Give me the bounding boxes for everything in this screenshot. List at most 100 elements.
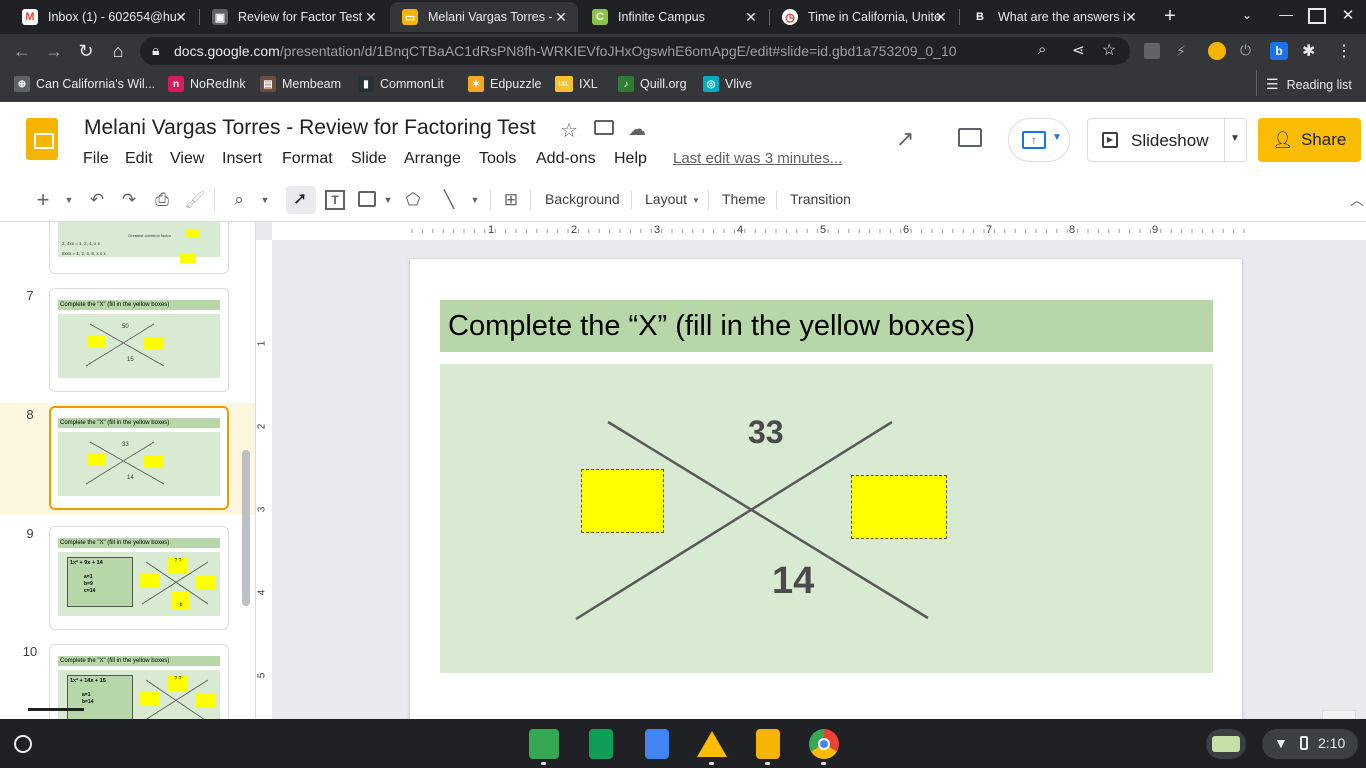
line-dropdown-icon[interactable]: ▼ [464, 190, 486, 210]
explore-button[interactable] [1322, 710, 1356, 719]
x-bottom-number[interactable]: 14 [772, 560, 814, 603]
paint-format-icon[interactable]: 🖌︎ [184, 190, 206, 210]
tab-gmail[interactable]: M Inbox (1) - 602654@hu ✕ [10, 2, 198, 32]
add-comment-icon[interactable]: ⊞ [500, 190, 522, 210]
x-top-number[interactable]: 33 [748, 414, 784, 451]
extension-icon[interactable] [1208, 42, 1226, 60]
reading-list-button[interactable]: ☰ Reading list [1266, 76, 1352, 93]
maximize-icon[interactable] [1308, 8, 1326, 24]
chrome-menu-icon[interactable]: ⋮ [1336, 41, 1352, 61]
new-tab-icon[interactable]: + [1160, 6, 1180, 26]
home-icon[interactable]: ⌂ [106, 39, 130, 63]
text-box-icon[interactable]: T [325, 190, 345, 210]
minimize-icon[interactable]: — [1276, 6, 1296, 26]
close-tab-icon[interactable]: ✕ [742, 8, 760, 26]
layout-button[interactable]: Layout [645, 191, 687, 207]
bookmark-item[interactable]: IXL IXL [555, 76, 598, 92]
chrome-app-icon[interactable] [809, 729, 839, 759]
bookmark-item[interactable]: ♪ Quill.org [618, 76, 687, 92]
address-bar[interactable]: 🔒︎ docs.google.com/presentation/d/1BnqCT… [140, 37, 1130, 65]
bookmark-item[interactable]: ▮ CommonLit [358, 76, 444, 92]
classroom-app-icon[interactable] [529, 729, 559, 759]
menu-arrange[interactable]: Arrange [404, 150, 461, 168]
print-icon[interactable]: ⎙ [151, 190, 173, 210]
share-page-icon[interactable]: ⋖ [1072, 41, 1085, 59]
tote-icon[interactable] [1206, 729, 1246, 759]
menu-slide[interactable]: Slide [351, 150, 387, 168]
menu-addons[interactable]: Add-ons [536, 150, 596, 168]
tab-infinite-campus[interactable]: C Infinite Campus ✕ [580, 2, 768, 32]
bookmark-item[interactable]: ◎ Vlive [703, 76, 752, 92]
extension-icon[interactable] [1144, 43, 1160, 59]
puzzle-icon[interactable]: ✱ [1302, 41, 1322, 61]
extension-icon[interactable]: ⚡︎ [1176, 43, 1192, 59]
activity-trend-icon[interactable]: ↗ [896, 126, 914, 152]
menu-view[interactable]: View [170, 150, 204, 168]
docs-app-icon[interactable] [645, 729, 669, 759]
close-tab-icon[interactable]: ✕ [932, 8, 950, 26]
forward-icon[interactable]: → [42, 39, 66, 63]
present-meeting-button[interactable]: ↑ ▼ [1008, 118, 1070, 162]
layout-dropdown-icon[interactable]: ▼ [685, 191, 707, 211]
sheets-app-icon[interactable] [589, 729, 613, 759]
transition-button[interactable]: Transition [790, 191, 851, 207]
tab-answers[interactable]: B What are the answers i ✕ [960, 2, 1148, 32]
slide[interactable]: Complete the “X” (fill in the yellow box… [410, 259, 1242, 719]
left-answer-box[interactable] [581, 469, 664, 533]
status-tray[interactable]: ▼ 2:10 [1262, 729, 1358, 759]
background-button[interactable]: Background [545, 191, 620, 207]
vertical-ruler[interactable]: 1 2 3 4 5 [256, 240, 272, 719]
slide-title-box[interactable]: Complete the “X” (fill in the yellow box… [440, 300, 1213, 352]
close-window-icon[interactable]: ✕ [1338, 6, 1358, 26]
horizontal-ruler[interactable]: 1 2 3 4 5 6 7 8 9 [272, 222, 1366, 240]
slideshow-button[interactable]: ▶ Slideshow ▼ [1087, 118, 1247, 162]
zoom-dropdown-icon[interactable]: ▼ [254, 190, 276, 210]
cloud-status-icon[interactable]: ☁︎ [628, 119, 646, 140]
close-tab-icon[interactable]: ✕ [552, 8, 570, 26]
slide-thumbnail-selected[interactable]: Complete the "X" (fill in the yellow box… [49, 406, 229, 510]
menu-format[interactable]: Format [282, 150, 333, 168]
back-icon[interactable]: ← [10, 39, 34, 63]
reload-icon[interactable]: ↻ [74, 39, 98, 63]
image-dropdown-icon[interactable]: ▼ [377, 190, 399, 210]
slide-content-area[interactable]: 33 14 [440, 364, 1213, 673]
bookmark-item[interactable]: ▤ Membeam [260, 76, 341, 92]
last-edit-link[interactable]: Last edit was 3 minutes... [673, 150, 842, 167]
new-slide-dropdown-icon[interactable]: ▼ [58, 190, 80, 210]
close-tab-icon[interactable]: ✕ [362, 8, 380, 26]
slides-logo-icon[interactable] [26, 118, 58, 160]
launcher-icon[interactable] [14, 735, 32, 753]
zoom-icon[interactable]: ⌕ [228, 190, 250, 210]
redo-icon[interactable]: ↷ [118, 190, 140, 210]
zoom-icon[interactable]: ⌕ [1038, 41, 1046, 58]
move-folder-icon[interactable] [594, 120, 614, 135]
theme-button[interactable]: Theme [722, 191, 766, 207]
line-icon[interactable]: ╲ [438, 190, 460, 210]
tab-search-icon[interactable]: ⌄ [1238, 8, 1256, 26]
comments-icon[interactable] [958, 128, 982, 147]
tab-time[interactable]: ◷ Time in California, Unite ✕ [770, 2, 958, 32]
close-tab-icon[interactable]: ✕ [1122, 8, 1140, 26]
select-tool-button[interactable]: ➚ [286, 186, 316, 214]
document-title[interactable]: Melani Vargas Torres - Review for Factor… [84, 116, 536, 140]
shape-icon[interactable]: ⬠ [402, 190, 424, 210]
menu-tools[interactable]: Tools [479, 150, 516, 168]
close-tab-icon[interactable]: ✕ [172, 8, 190, 26]
slide-thumbnail[interactable]: Greatest common factor 2. 4xx = 1, 2, 4,… [49, 222, 229, 274]
filmstrip-resize-handle[interactable] [28, 708, 84, 711]
bookmark-item[interactable]: ✶ Edpuzzle [468, 76, 541, 92]
bookmark-star-icon[interactable]: ☆ [1102, 40, 1116, 60]
new-slide-icon[interactable]: + [32, 189, 54, 211]
slideshow-options-icon[interactable]: ▼ [1230, 133, 1240, 144]
bookmark-item[interactable]: n NoRedInk [168, 76, 246, 92]
right-answer-box[interactable] [851, 475, 947, 539]
slides-app-icon[interactable] [756, 729, 780, 759]
share-button[interactable]: 👤︎ Share [1258, 118, 1361, 162]
url-text[interactable]: docs.google.com/presentation/d/1BnqCTBaA… [174, 43, 957, 59]
extension-b-icon[interactable]: b [1270, 42, 1288, 60]
bookmark-item[interactable]: ⊕ Can California's Wil... [14, 76, 155, 92]
menu-edit[interactable]: Edit [125, 150, 153, 168]
star-icon[interactable]: ☆ [560, 118, 578, 143]
tab-review[interactable]: ▣ Review for Factor Test ✕ [200, 2, 388, 32]
power-icon[interactable]: ⏻ [1240, 42, 1256, 58]
